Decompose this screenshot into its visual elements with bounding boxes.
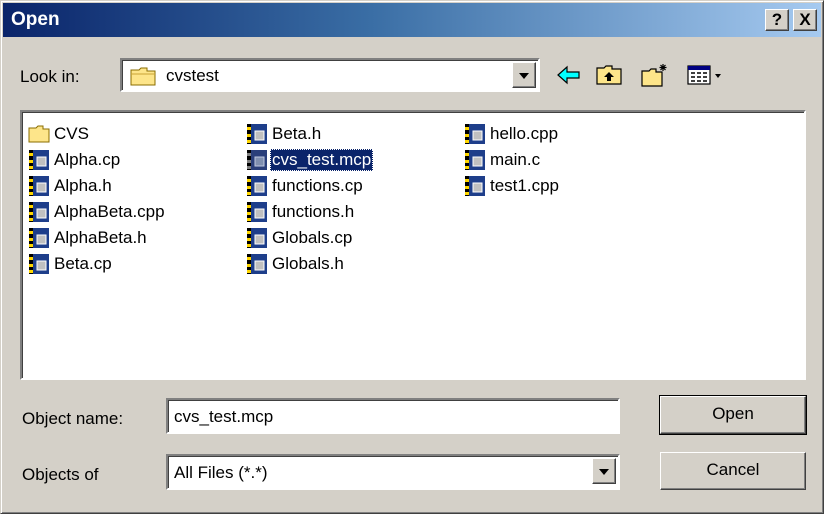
file-icon bbox=[29, 202, 49, 222]
file-name: Globals.h bbox=[272, 254, 344, 273]
list-item-file[interactable]: Beta.cp bbox=[28, 252, 114, 276]
list-item-file[interactable]: Alpha.cp bbox=[28, 148, 122, 172]
objects-of-combo[interactable]: All Files (*.*) bbox=[166, 454, 620, 490]
new-folder-icon[interactable] bbox=[640, 62, 670, 88]
file-icon bbox=[247, 254, 267, 274]
file-icon bbox=[29, 176, 49, 196]
objects-of-value: All Files (*.*) bbox=[174, 463, 268, 482]
chevron-down-icon bbox=[599, 469, 609, 475]
list-item-file[interactable]: Globals.h bbox=[246, 252, 346, 276]
file-name: hello.cpp bbox=[490, 124, 559, 143]
view-menu-icon[interactable] bbox=[686, 62, 732, 88]
folder-icon bbox=[130, 67, 156, 86]
file-name: AlphaBeta.cpp bbox=[54, 202, 165, 221]
list-item-file[interactable]: AlphaBeta.h bbox=[28, 226, 149, 250]
file-name: Alpha.h bbox=[54, 176, 112, 195]
file-name: cvs_test.mcp bbox=[270, 149, 374, 171]
file-list[interactable]: CVS Alpha.cp Alpha.h AlphaBeta.cpp Alpha… bbox=[20, 110, 806, 380]
file-icon bbox=[465, 150, 485, 170]
file-icon bbox=[29, 150, 49, 170]
list-item-file[interactable]: main.c bbox=[464, 148, 542, 172]
cancel-button[interactable]: Cancel bbox=[660, 452, 806, 490]
help-button[interactable]: ? bbox=[765, 9, 789, 31]
folder-icon bbox=[28, 125, 50, 143]
back-icon[interactable] bbox=[554, 62, 584, 88]
file-icon bbox=[465, 124, 485, 144]
list-item-file[interactable]: Globals.cp bbox=[246, 226, 354, 250]
file-icon bbox=[247, 228, 267, 248]
list-item-file[interactable]: hello.cpp bbox=[464, 122, 560, 146]
file-name: main.c bbox=[490, 150, 541, 169]
list-item-folder[interactable]: CVS bbox=[28, 122, 91, 146]
objects-of-dropdown-button[interactable] bbox=[592, 458, 616, 484]
open-button[interactable]: Open bbox=[659, 395, 807, 435]
list-item-file[interactable]: functions.h bbox=[246, 200, 356, 224]
file-name: Globals.cp bbox=[272, 228, 353, 247]
list-item-file[interactable]: functions.cp bbox=[246, 174, 365, 198]
file-icon bbox=[465, 176, 485, 196]
file-icon bbox=[247, 124, 267, 144]
open-dialog: Open ? X Look in: cvstest CVS Alpha.cp A… bbox=[0, 0, 824, 514]
window-title: Open bbox=[11, 9, 60, 30]
title-bar[interactable]: Open ? X bbox=[3, 3, 821, 37]
look-in-value: cvstest bbox=[166, 66, 219, 85]
file-name: Beta.cp bbox=[54, 254, 112, 273]
file-name: functions.h bbox=[272, 202, 355, 221]
objects-of-label: Objects of bbox=[22, 465, 99, 484]
file-name: test1.cpp bbox=[490, 176, 559, 195]
file-icon bbox=[29, 228, 49, 248]
object-name-label: Object name: bbox=[22, 409, 124, 428]
file-icon bbox=[247, 202, 267, 222]
project-file-icon bbox=[247, 150, 267, 170]
list-item-file[interactable]: Alpha.h bbox=[28, 174, 114, 198]
look-in-combo[interactable]: cvstest bbox=[120, 58, 540, 92]
look-in-dropdown-button[interactable] bbox=[512, 62, 536, 88]
file-icon bbox=[247, 176, 267, 196]
file-name: AlphaBeta.h bbox=[54, 228, 147, 247]
list-item-selected[interactable]: cvs_test.mcp bbox=[246, 148, 374, 172]
object-name-input[interactable]: cvs_test.mcp bbox=[166, 398, 620, 434]
chevron-down-icon bbox=[519, 73, 529, 79]
file-name: functions.cp bbox=[272, 176, 363, 195]
file-name: Alpha.cp bbox=[54, 150, 121, 169]
list-item-file[interactable]: test1.cpp bbox=[464, 174, 561, 198]
look-in-label: Look in: bbox=[20, 67, 80, 86]
file-name: Beta.h bbox=[272, 124, 322, 143]
list-item-file[interactable]: AlphaBeta.cpp bbox=[28, 200, 167, 224]
up-one-level-icon[interactable] bbox=[594, 62, 624, 88]
list-item-file[interactable]: Beta.h bbox=[246, 122, 323, 146]
file-icon bbox=[29, 254, 49, 274]
file-name: CVS bbox=[54, 124, 89, 143]
close-button[interactable]: X bbox=[793, 9, 817, 31]
